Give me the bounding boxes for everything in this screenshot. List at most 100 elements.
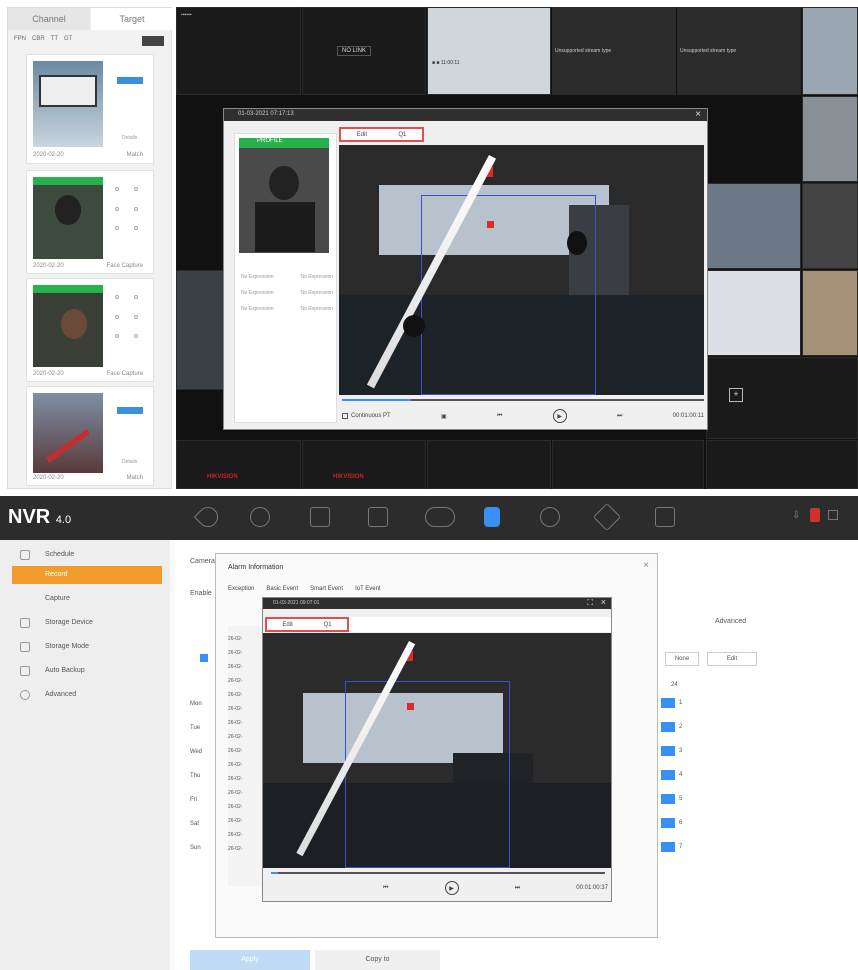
maintenance-icon[interactable] [592,502,622,532]
video-cell[interactable]: ■ ■ 11:00:11 [427,7,551,95]
alarm-row-time[interactable]: 26-02- [228,720,262,726]
video-cell[interactable] [802,96,858,182]
video-cell[interactable]: Unsupported stream type [677,7,801,95]
detail-button[interactable] [117,77,143,84]
advanced-button[interactable]: Advanced [715,618,746,625]
playback-video[interactable] [339,145,704,395]
download-icon[interactable]: ⇩ [792,510,800,521]
progress-track[interactable] [271,872,605,874]
video-cell[interactable]: HIKVISION [302,440,426,489]
tab-edit[interactable]: Edit [282,622,292,628]
alarm-row-time[interactable]: 26-02- [228,832,262,838]
play-button[interactable]: ▶ [444,881,459,895]
video-cell[interactable]: HIKVISION [176,440,301,489]
prev-icon[interactable]: ⏮ [383,885,388,892]
schedule-bar[interactable] [661,746,675,756]
play-button[interactable]: ▶ [552,409,567,423]
video-cell[interactable]: Unsupported stream type [552,7,676,95]
fullscreen-icon[interactable]: ⛶ [587,598,593,608]
video-cell[interactable]: NO LINK [302,7,426,95]
enable-checkbox[interactable] [200,654,208,662]
alarm-row-time[interactable]: 26-02- [228,804,262,810]
layout-icon[interactable] [655,507,675,527]
video-cell[interactable] [176,270,224,390]
sidebar-item-storage-device[interactable]: Storage Device [0,614,165,632]
video-cell[interactable] [802,270,858,356]
sidebar-item-storage-mode[interactable]: Storage Mode [0,638,165,656]
alarm-row-time[interactable]: 26-02- [228,636,262,642]
video-cell[interactable] [706,183,801,269]
schedule-bar[interactable] [661,818,675,828]
schedule-bar[interactable] [661,794,675,804]
alarm-row-time[interactable]: 26-02- [228,734,262,740]
schedule-bar[interactable] [661,698,675,708]
smart-analysis-icon[interactable] [368,507,388,527]
video-cell[interactable] [552,440,704,489]
toolbar-label-1[interactable]: FPN [14,36,26,48]
clip-icon[interactable]: ▣ [441,413,447,420]
detail-button[interactable] [117,407,143,414]
video-cell[interactable] [802,7,858,95]
progress-track[interactable] [342,399,704,401]
alarm-row-time[interactable]: 26-02- [228,748,262,754]
target-card[interactable]: Details 2020-02-20 Match [26,386,154,486]
alarm-row-time[interactable]: 26-02- [228,692,262,698]
toolbar-label-2[interactable]: CBR [32,36,45,48]
system-config-icon[interactable] [540,507,560,527]
playback-video[interactable] [263,633,611,868]
alarm-row-time[interactable]: 26-02- [228,818,262,824]
tab-q1[interactable]: Q1 [398,132,406,138]
edit-button[interactable]: Edit [707,652,757,666]
toolbar-label-3[interactable]: TT [51,36,58,48]
sidebar-item-auto-backup[interactable]: Auto Backup [0,662,165,680]
view-toggle-icon[interactable] [142,36,164,46]
alarm-row-time[interactable]: 26-02- [228,846,262,852]
tab-target[interactable]: Target [91,8,173,30]
storage-icon[interactable] [484,507,500,527]
video-cell[interactable] [706,440,858,489]
next-icon[interactable]: ⏭ [617,413,622,420]
alarm-row-time[interactable]: 26-02- [228,650,262,656]
copy-to-button[interactable]: Copy to [315,950,440,970]
close-icon[interactable]: × [601,597,606,607]
checkbox-icon[interactable] [342,413,348,419]
live-view-icon[interactable] [193,502,223,532]
close-icon[interactable]: × [643,560,649,571]
sidebar-item-capture[interactable]: Capture [0,590,165,608]
toolbar-label-4[interactable]: GT [64,36,72,48]
close-icon[interactable]: × [695,109,701,120]
tab-smart-event[interactable]: Smart Event [310,586,343,592]
video-cell[interactable] [706,270,801,356]
alarm-row-time[interactable]: 26-02- [228,664,262,670]
video-cell[interactable]: + [706,357,858,439]
alarm-row-time[interactable]: 26-02- [228,790,262,796]
target-card[interactable]: Details 2020-02-20 Match [26,54,154,164]
tab-iot-event[interactable]: IoT Event [355,586,381,592]
tab-exception[interactable]: Exception [228,586,254,592]
schedule-bar[interactable] [661,842,675,852]
alarm-row-time[interactable]: 26-02- [228,776,262,782]
apply-button[interactable]: Apply [190,950,310,970]
sidebar-item-schedule[interactable]: Schedule [0,546,165,564]
sidebar-item-advanced[interactable]: Advanced [0,686,165,704]
playback-icon[interactable] [250,507,270,527]
sidebar-item-record[interactable]: Record [12,566,162,584]
alarm-icon[interactable] [810,508,820,522]
target-card[interactable]: 2020-02-20 Face Capture [26,278,154,382]
schedule-bar[interactable] [661,722,675,732]
file-icon[interactable] [310,507,330,527]
none-button[interactable]: None [665,652,699,666]
target-card[interactable]: 2020-02-20 Face Capture [26,170,154,274]
alarm-row-time[interactable]: 26-02- [228,706,262,712]
cloud-icon[interactable] [425,507,455,527]
add-camera-icon[interactable]: + [729,388,743,402]
video-cell[interactable] [427,440,551,489]
continuous-toggle[interactable]: Continuous PT [342,413,391,419]
schedule-bar[interactable] [661,770,675,780]
user-icon[interactable] [828,510,838,520]
next-icon[interactable]: ⏭ [515,885,520,892]
tab-q1[interactable]: Q1 [324,622,332,628]
alarm-row-time[interactable]: 26-02- [228,678,262,684]
video-cell[interactable]: ▪▪▪▪▪▪ [176,7,301,95]
video-cell[interactable] [802,183,858,269]
